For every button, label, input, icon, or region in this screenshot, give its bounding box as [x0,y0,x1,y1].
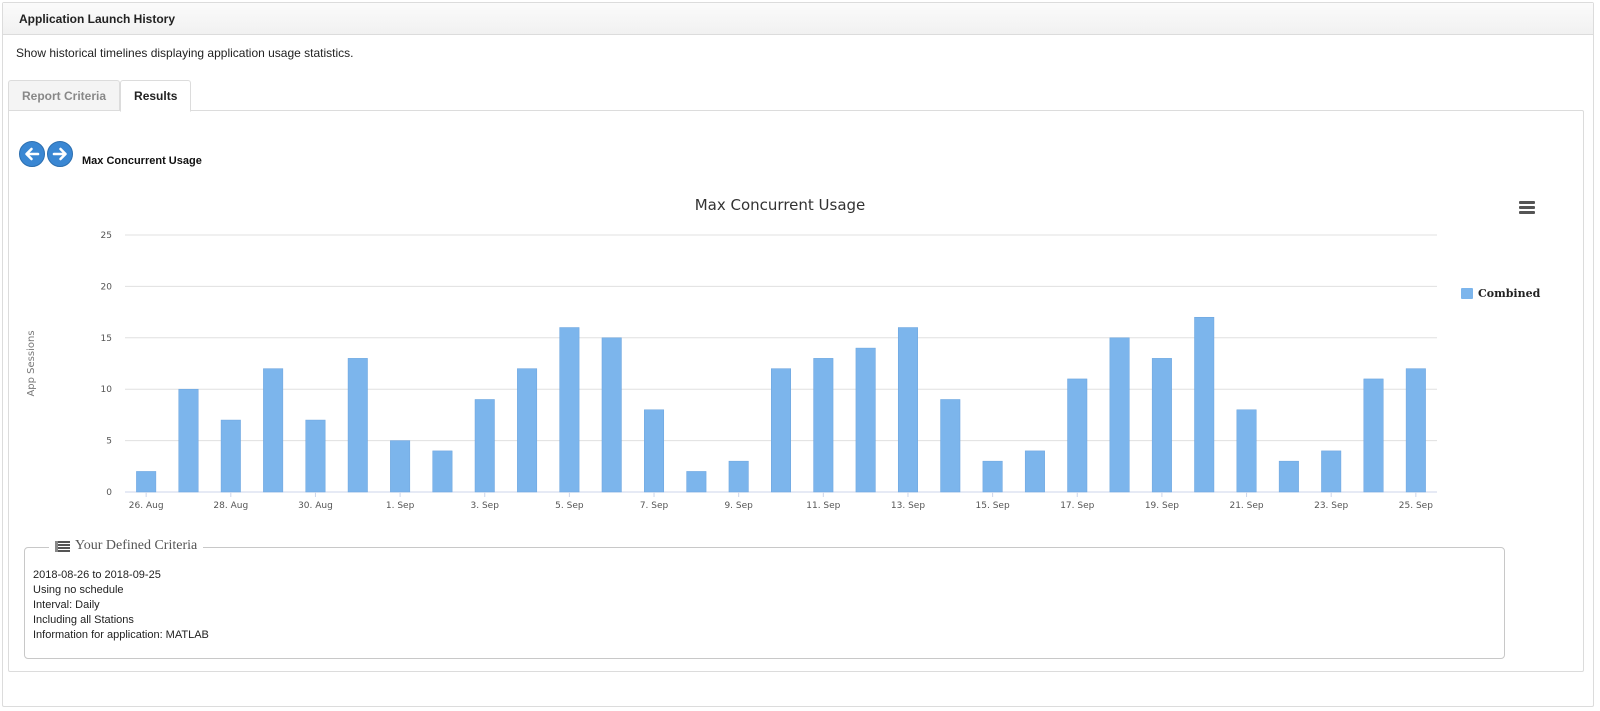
x-tick-label: 11. Sep [806,501,840,511]
criteria-line-interval: Interval: Daily [33,599,100,611]
legend-swatch [1461,288,1473,299]
x-tick-label: 7. Sep [640,501,669,511]
bar [178,388,199,493]
bar [559,327,580,493]
x-tick-label: 15. Sep [976,501,1010,511]
y-tick-label: 25 [101,231,112,241]
bar [1236,409,1257,493]
x-tick-label: 30. Aug [298,501,333,511]
bar [855,347,876,493]
legend-item-combined: Combined [1478,287,1541,300]
x-tick-label: 9. Sep [724,501,753,511]
bar [1109,337,1130,493]
criteria-list: 2018-08-26 to 2018-09-25 Using no schedu… [33,568,209,643]
y-tick-label: 10 [101,385,113,395]
tab-results[interactable]: Results [120,80,192,112]
x-tick-label: 28. Aug [213,501,248,511]
bar [601,337,622,493]
x-tick-label: 1. Sep [386,501,415,511]
bar-chart: 0 5 10 15 20 25 App Sessions 26. Aug 28. Aug 30. … [26,231,1541,511]
bar [474,399,495,493]
criteria-line-stations: Including all Stations [33,614,134,626]
x-tick-label: 13. Sep [891,501,925,511]
bar [940,399,961,493]
x-tick-label: 25. Sep [1399,501,1433,511]
criteria-line-date-range: 2018-08-26 to 2018-09-25 [33,569,161,581]
x-tick-label: 17. Sep [1060,501,1094,511]
bar [1405,368,1426,493]
bar [982,460,1003,493]
y-tick-label: 20 [101,282,113,292]
bar [220,419,241,493]
bar [1151,358,1172,493]
bar [644,409,665,493]
y-tick-label: 5 [106,437,112,447]
bar [1024,450,1045,493]
y-axis-title: App Sessions [26,330,37,396]
x-tick-label: 19. Sep [1145,501,1179,511]
x-tick-label: 23. Sep [1314,501,1348,511]
x-tick-label: 26. Aug [129,501,164,511]
bar [305,419,326,493]
bar [813,358,834,493]
x-tick-label: 3. Sep [471,501,500,511]
criteria-line-schedule: Using no schedule [33,584,124,596]
bar [728,460,749,493]
bar [686,471,707,493]
bar [1278,460,1299,493]
x-tick-label: 5. Sep [555,501,584,511]
y-tick-label: 15 [101,334,112,344]
bar [771,368,791,493]
x-tick-label: 21. Sep [1229,501,1263,511]
list-icon [55,540,70,552]
y-tick-label: 0 [106,488,112,498]
criteria-title: Your Defined Criteria [75,538,198,553]
bar [263,368,284,493]
bar [517,368,538,493]
bar [1067,378,1088,493]
bar [136,471,157,493]
criteria-line-application: Information for application: MATLAB [33,629,209,641]
bar [390,440,411,493]
bar [897,327,918,493]
criteria-legend: Your Defined Criteria [49,538,204,554]
bar [1321,450,1342,493]
bar [1363,378,1384,493]
criteria-fieldset: Your Defined Criteria 2018-08-26 to 2018… [24,538,1505,659]
bar [432,450,453,493]
bar [347,358,368,493]
bar [1194,316,1215,493]
